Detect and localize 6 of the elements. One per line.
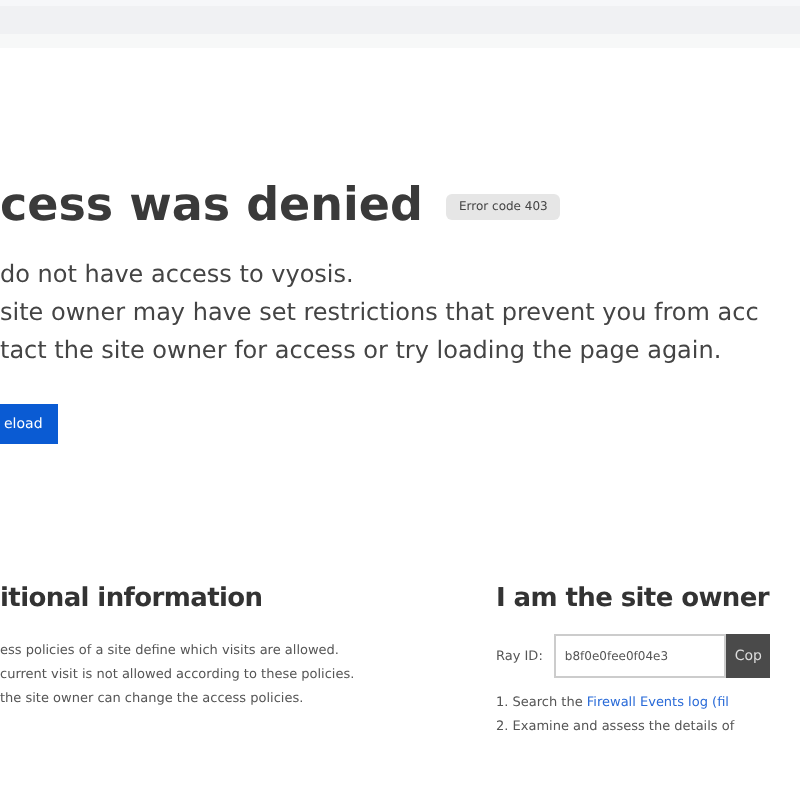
page-title: cess was denied	[0, 180, 423, 232]
message-text: tact the site owner for access or try loading the page again.	[0, 336, 724, 364]
section-title: itional information	[0, 584, 265, 614]
section-title: I am the site owner	[496, 584, 772, 614]
message-text: do not have access to vyosis.	[0, 260, 356, 288]
message-text: site owner may have set restrictions that prevent you from acc	[0, 298, 761, 326]
